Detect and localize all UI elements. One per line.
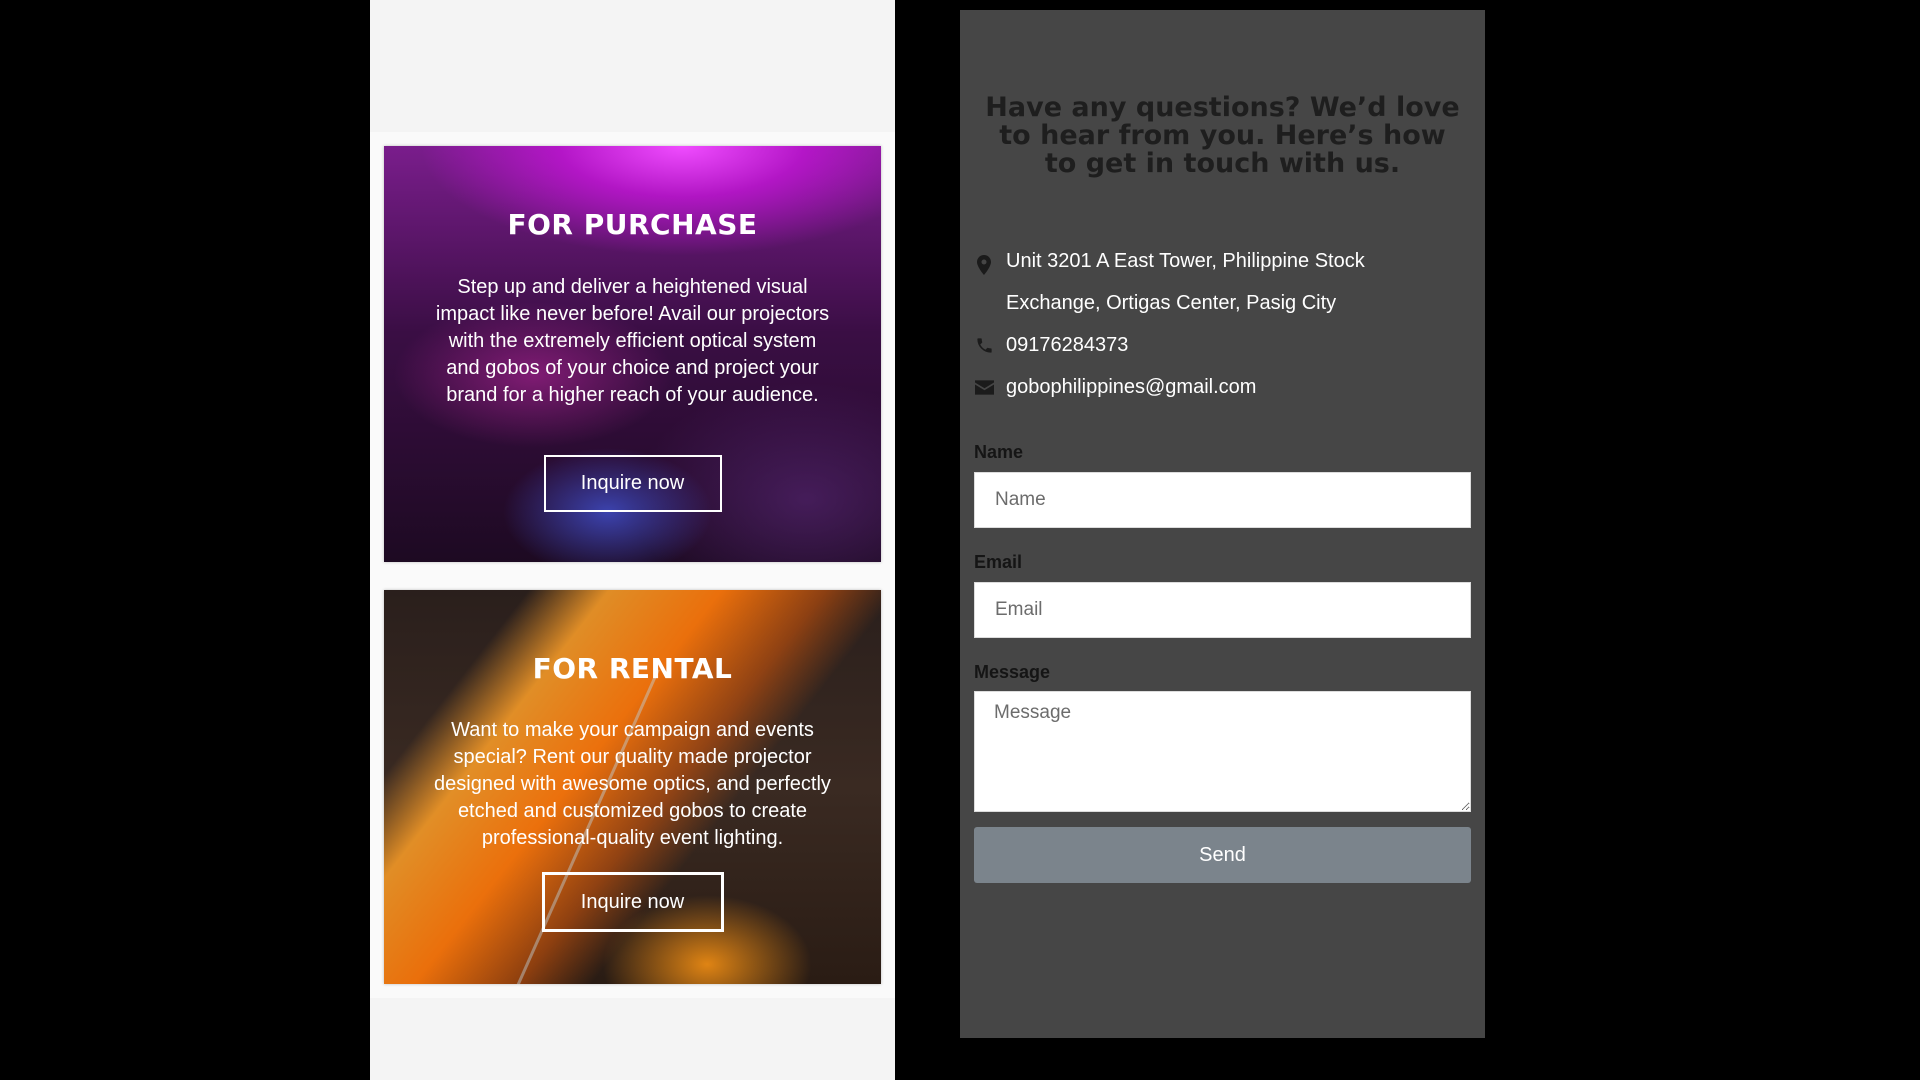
purchase-card-text: Step up and deliver a heightened visual … xyxy=(435,276,830,406)
rental-inquire-button[interactable]: Inquire now xyxy=(541,872,724,932)
name-input[interactable] xyxy=(974,472,1471,528)
contact-panel: Have any questions? We’d love to hear fr… xyxy=(960,10,1485,1038)
map-pin-icon xyxy=(974,255,994,275)
purchase-card-title: FOR PURCHASE xyxy=(507,208,758,241)
send-button[interactable]: Send xyxy=(974,827,1471,883)
rental-card: FOR RENTAL Want to make your campaign an… xyxy=(384,590,881,984)
rental-card-text: Want to make your campaign and events sp… xyxy=(434,719,831,849)
rental-card-title: FOR RENTAL xyxy=(532,652,733,685)
address-line-1: Unit 3201 A East Tower, Philippine Stock xyxy=(1006,250,1365,272)
email-label: Email xyxy=(974,552,1023,572)
contact-heading: Have any questions? We’d love to hear fr… xyxy=(985,92,1460,179)
email-input[interactable] xyxy=(974,582,1471,638)
purchase-card: FOR PURCHASE Step up and deliver a heigh… xyxy=(384,146,881,562)
purchase-inquire-button[interactable]: Inquire now xyxy=(543,455,722,512)
message-textarea[interactable] xyxy=(974,691,1471,812)
phone-number[interactable]: 09176284373 xyxy=(1006,324,1128,366)
name-label: Name xyxy=(974,442,1024,462)
email-address[interactable]: gobophilippines@gmail.com xyxy=(1006,366,1256,408)
address-line-2: Exchange, Ortigas Center, Pasig City xyxy=(1006,292,1337,314)
envelope-icon xyxy=(974,377,994,397)
message-label: Message xyxy=(974,662,1051,682)
phone-icon xyxy=(974,335,994,355)
